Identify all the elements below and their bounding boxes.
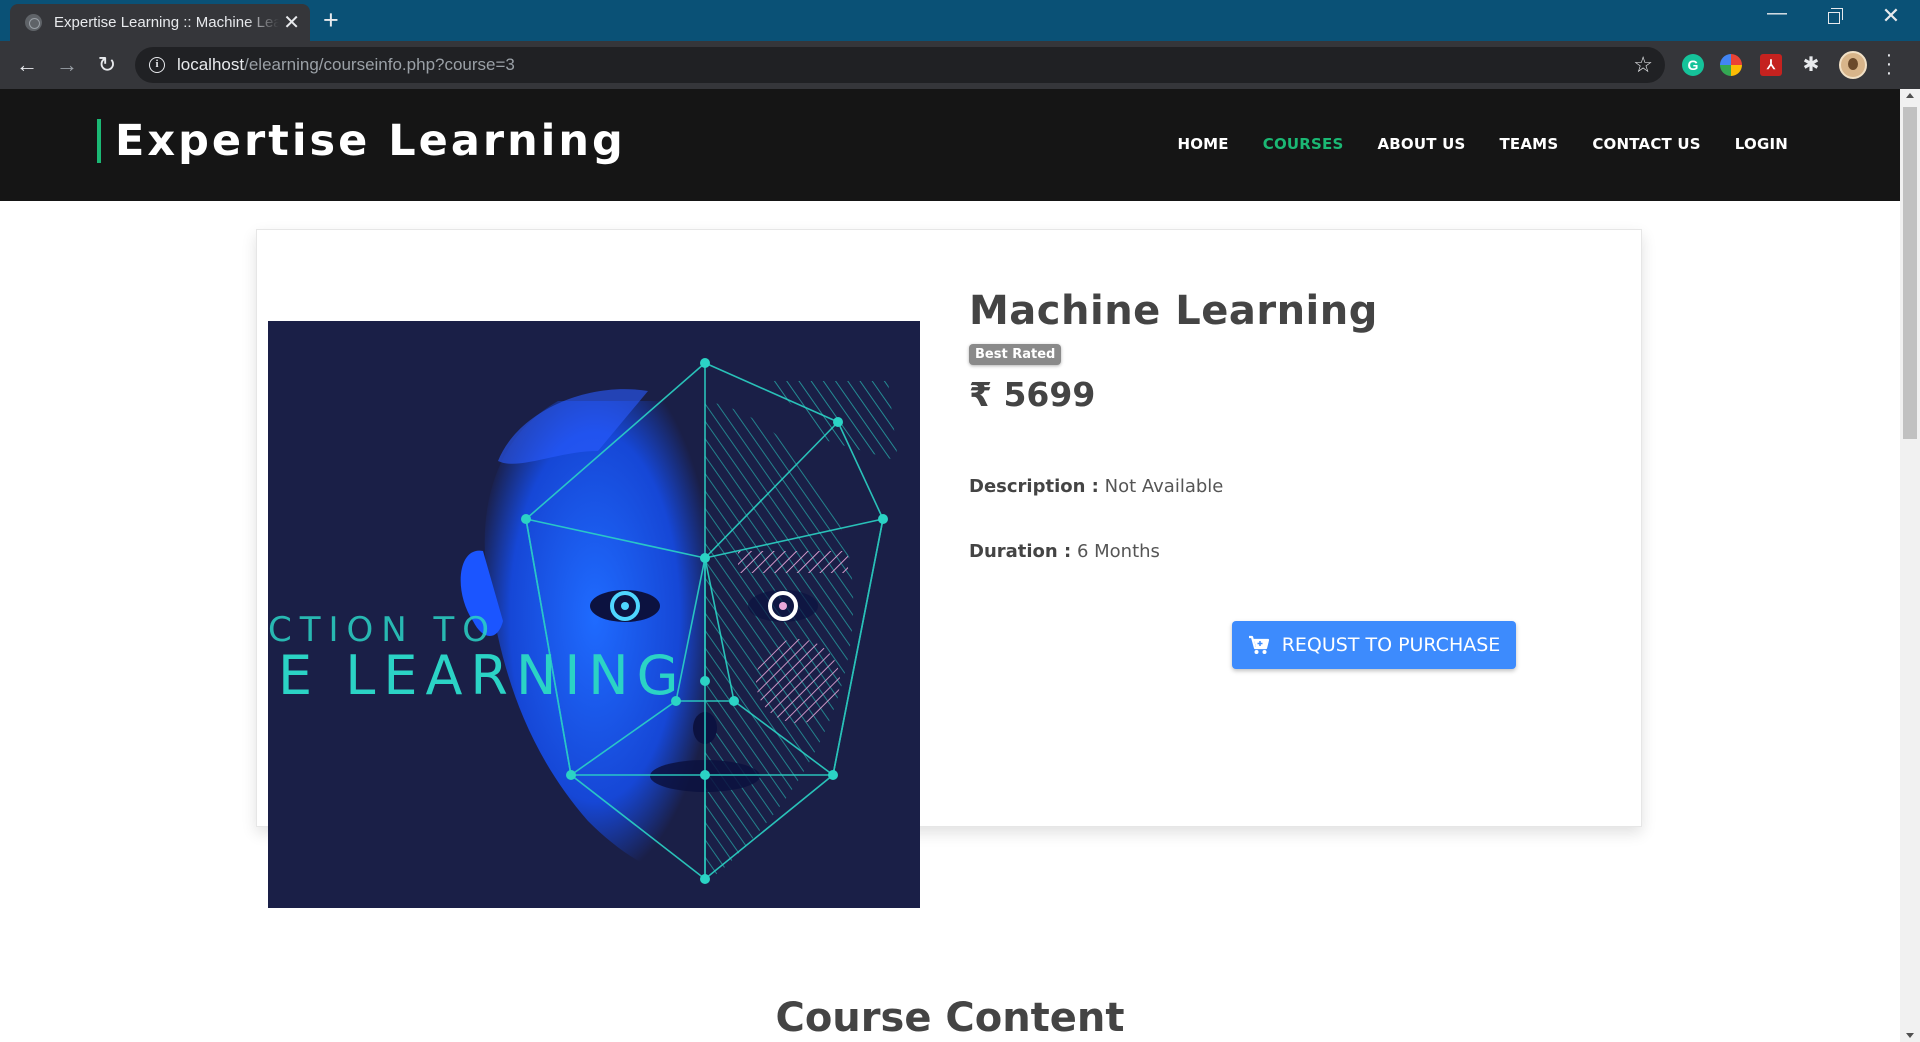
nav-home[interactable]: HOME: [1177, 135, 1228, 153]
tab-title: Expertise Learning :: Machine Learning: [54, 14, 279, 31]
machine-learning-face-illustration: CTION TO E LEARNING: [268, 321, 920, 908]
course-card: CTION TO E LEARNING Machine Learning Bes…: [256, 229, 1642, 908]
extensions-puzzle-icon[interactable]: ✱: [1800, 54, 1822, 76]
nav-teams[interactable]: TEAMS: [1500, 135, 1559, 153]
request-purchase-button[interactable]: REQUST TO PURCHASE: [1232, 621, 1516, 669]
globe-icon: [25, 14, 42, 31]
back-arrow-icon[interactable]: ←: [13, 51, 41, 79]
reload-icon[interactable]: ↻: [93, 51, 121, 79]
scroll-down-arrow[interactable]: [1906, 1033, 1914, 1038]
scroll-thumb[interactable]: [1903, 107, 1917, 439]
course-title: Machine Learning: [969, 288, 1378, 334]
browser-menu-icon[interactable]: · · ·: [1884, 45, 1894, 83]
grammarly-extension-icon[interactable]: G: [1682, 54, 1704, 76]
page-viewport: Expertise Learning HOME COURSES ABOUT US…: [0, 89, 1920, 1042]
duration-value: 6 Months: [1076, 541, 1160, 562]
nav-about-us[interactable]: ABOUT US: [1377, 135, 1465, 153]
profile-avatar[interactable]: [1839, 51, 1867, 79]
close-window-button[interactable]: ✕: [1868, 3, 1914, 29]
page-scrollbar[interactable]: [1900, 89, 1920, 1042]
duration-label: Duration :: [969, 541, 1072, 562]
course-content-title: Course Content: [775, 995, 1125, 1041]
browser-toolbar: ← → ↻ i localhost/elearning/courseinfo.p…: [0, 41, 1920, 89]
course-image: CTION TO E LEARNING: [268, 321, 920, 908]
browser-tab[interactable]: Expertise Learning :: Machine Learning ✕: [10, 4, 310, 41]
address-bar[interactable]: i localhost/elearning/courseinfo.php?cou…: [135, 47, 1665, 83]
scroll-up-arrow[interactable]: [1906, 93, 1914, 98]
cart-icon: [1248, 635, 1269, 654]
star-icon[interactable]: ☆: [1633, 52, 1653, 78]
course-details: Machine Learning Best Rated ₹ 5699 Descr…: [969, 288, 1378, 562]
main-nav: HOME COURSES ABOUT US TEAMS CONTACT US L…: [1177, 135, 1788, 153]
image-text-line2: E LEARNING: [278, 644, 687, 707]
course-price: ₹ 5699: [969, 375, 1096, 414]
browser-tabstrip: Expertise Learning :: Machine Learning ✕…: [0, 0, 1920, 41]
minimize-button[interactable]: —: [1754, 2, 1800, 25]
info-icon[interactable]: i: [149, 57, 165, 73]
nav-contact-us[interactable]: CONTACT US: [1592, 135, 1700, 153]
description-value: Not Available: [1104, 476, 1224, 497]
restore-button[interactable]: [1811, 6, 1857, 29]
description-row: Description : Not Available: [969, 476, 1378, 497]
description-label: Description :: [969, 476, 1099, 497]
nav-login[interactable]: LOGIN: [1735, 135, 1788, 153]
new-tab-button[interactable]: +: [323, 7, 339, 34]
forward-arrow-icon[interactable]: →: [53, 51, 81, 79]
site-brand[interactable]: Expertise Learning: [97, 119, 626, 163]
request-purchase-label: REQUST TO PURCHASE: [1281, 634, 1501, 656]
duration-row: Duration : 6 Months: [969, 541, 1378, 562]
color-extension-icon[interactable]: [1720, 54, 1742, 76]
close-tab-icon[interactable]: ✕: [283, 13, 300, 33]
site-header: Expertise Learning HOME COURSES ABOUT US…: [0, 89, 1900, 201]
pdf-extension-icon[interactable]: ⅄: [1760, 54, 1782, 76]
url-text[interactable]: localhost/elearning/courseinfo.php?cours…: [177, 55, 515, 75]
best-rated-badge: Best Rated: [969, 344, 1062, 365]
nav-courses[interactable]: COURSES: [1263, 135, 1344, 153]
